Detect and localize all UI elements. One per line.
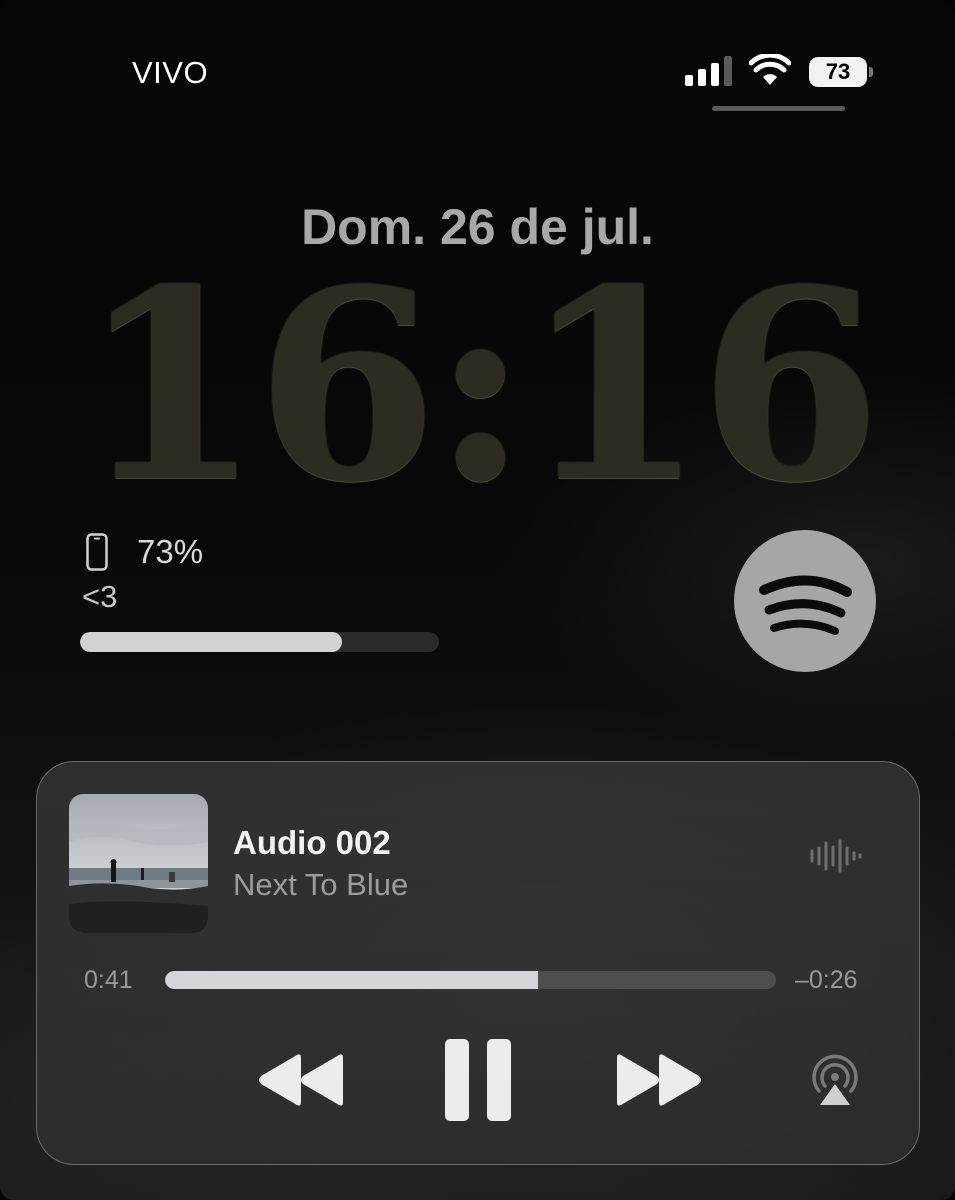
playback-progress-fill (165, 971, 538, 989)
elapsed-time: 0:41 (84, 966, 133, 994)
track-title: Audio 002 (233, 824, 391, 861)
battery-widget-percentage: 73% (137, 533, 204, 570)
cellular-signal-icon (685, 56, 733, 86)
phone-icon (86, 533, 108, 571)
battery-widget-bar (80, 632, 439, 652)
waveform-icon[interactable] (809, 839, 863, 873)
album-artwork[interactable] (69, 794, 208, 933)
lock-screen: VIVO 73 Dom. 26 de jul. 16:16 73% <3 Aud… (0, 0, 955, 1200)
pause-icon[interactable] (445, 1039, 511, 1121)
battery-widget-bar-fill (80, 632, 343, 652)
track-artist: Next To Blue (233, 867, 409, 902)
status-indicator-line (712, 106, 845, 111)
rewind-icon[interactable] (255, 1051, 345, 1109)
battery-widget-device-label: <3 (82, 579, 118, 614)
playback-scrubber[interactable] (165, 971, 776, 989)
carrier-name: VIVO (132, 55, 209, 90)
now-playing-widget[interactable]: Audio 002 Next To Blue 0:41 –0:26 (36, 761, 920, 1165)
wifi-icon (749, 54, 791, 85)
airplay-icon[interactable] (806, 1053, 864, 1107)
lock-clock[interactable]: 16:16 (0, 255, 955, 517)
battery-level-text: 73 (809, 57, 867, 87)
remaining-time: –0:26 (795, 966, 858, 994)
spotify-icon (759, 575, 852, 635)
fast-forward-icon[interactable] (615, 1051, 705, 1109)
battery-icon: 73 (809, 57, 873, 87)
spotify-widget[interactable] (734, 530, 876, 672)
